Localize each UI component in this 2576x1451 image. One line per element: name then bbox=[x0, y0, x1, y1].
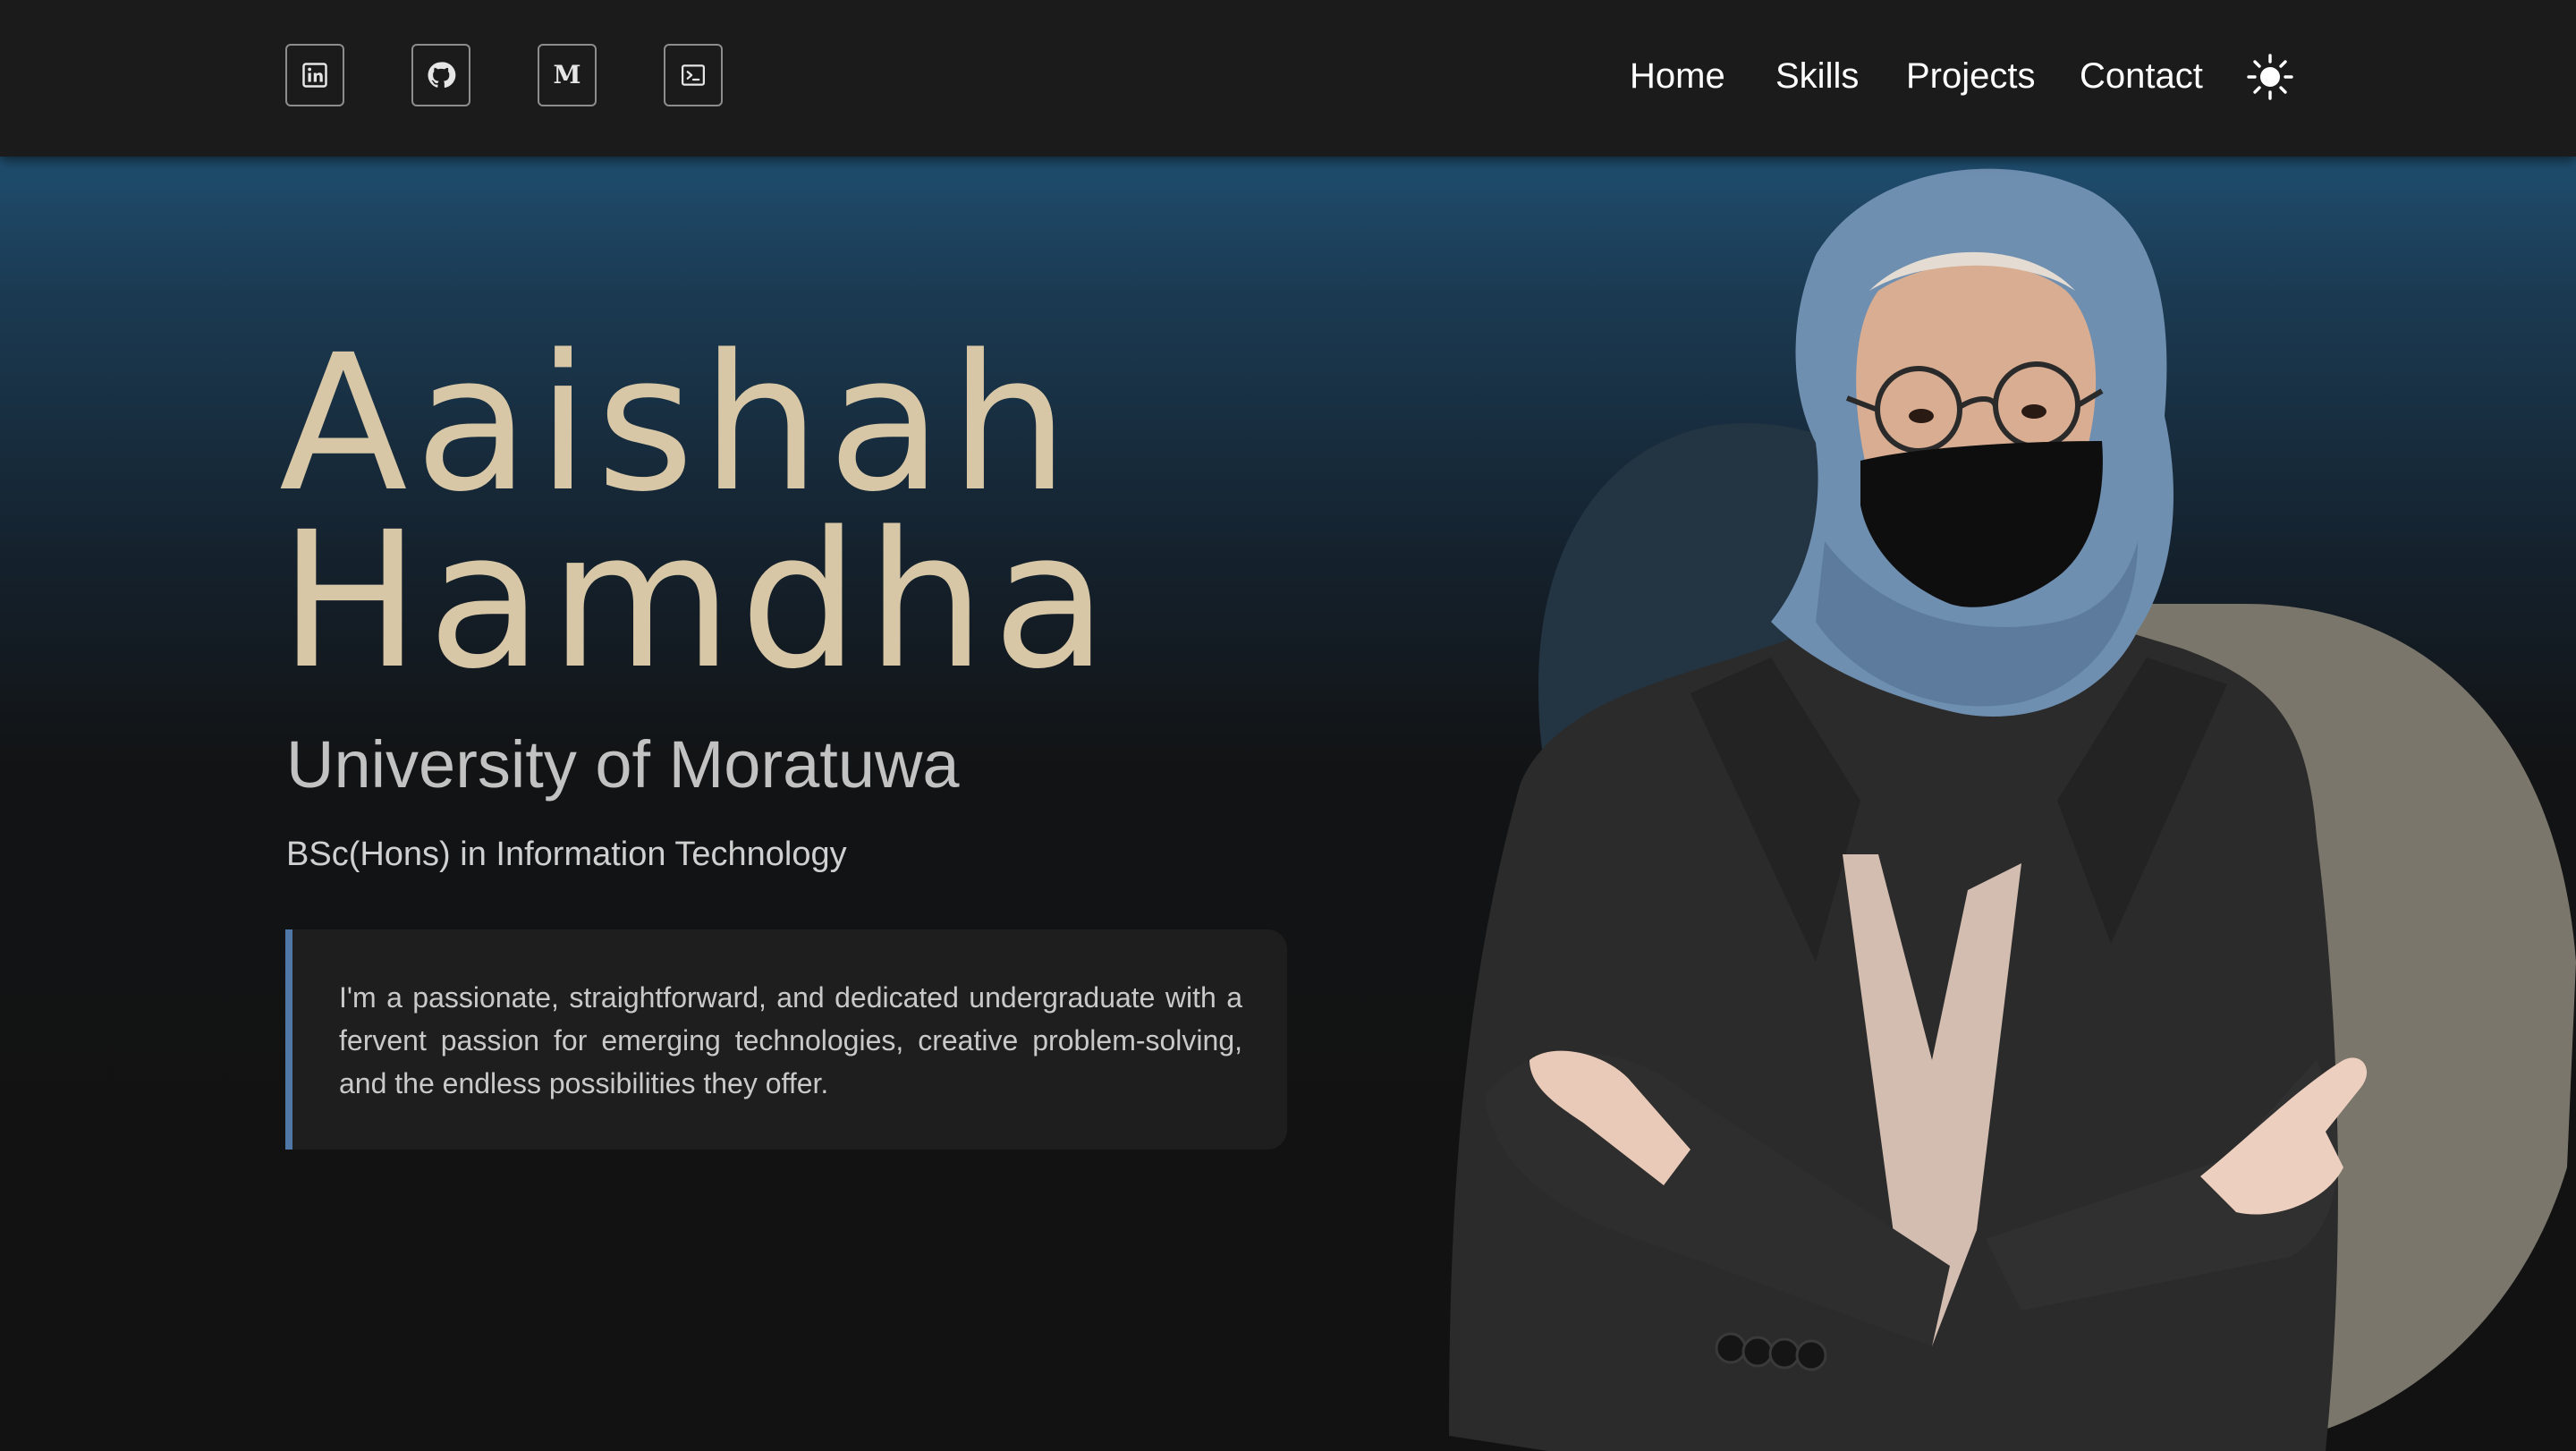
bio-card: I'm a passionate, straightforward, and d… bbox=[285, 929, 1287, 1150]
nav-projects[interactable]: Projects bbox=[1906, 52, 2036, 100]
nav-skills[interactable]: Skills bbox=[1775, 52, 1859, 100]
hero-last-name: Hamdha bbox=[279, 491, 1115, 710]
nav-contact[interactable]: Contact bbox=[2080, 52, 2203, 100]
university-heading: University of Moratuwa bbox=[286, 727, 960, 802]
bio-text: I'm a passionate, straightforward, and d… bbox=[339, 981, 1242, 1099]
nav-home[interactable]: Home bbox=[1630, 52, 1725, 100]
sun-icon bbox=[2247, 54, 2293, 100]
medium-icon: M bbox=[553, 60, 581, 89]
linkedin-link[interactable] bbox=[285, 44, 344, 106]
linkedin-icon bbox=[302, 63, 327, 88]
terminal-icon bbox=[682, 64, 705, 86]
theme-toggle-button[interactable] bbox=[2245, 52, 2295, 102]
top-navbar: M Home Skills Projects Contact bbox=[0, 0, 2576, 157]
medium-link[interactable]: M bbox=[538, 44, 597, 106]
portfolio-page: M Home Skills Projects Contact Aaishah H… bbox=[0, 0, 2576, 1451]
terminal-link[interactable] bbox=[664, 44, 723, 106]
degree-subtitle: BSc(Hons) in Information Technology bbox=[286, 836, 847, 873]
profile-portrait bbox=[1449, 168, 2576, 1451]
hero-name: Aaishah Hamdha bbox=[279, 330, 1114, 695]
github-link[interactable] bbox=[411, 44, 470, 106]
github-icon bbox=[428, 62, 456, 89]
